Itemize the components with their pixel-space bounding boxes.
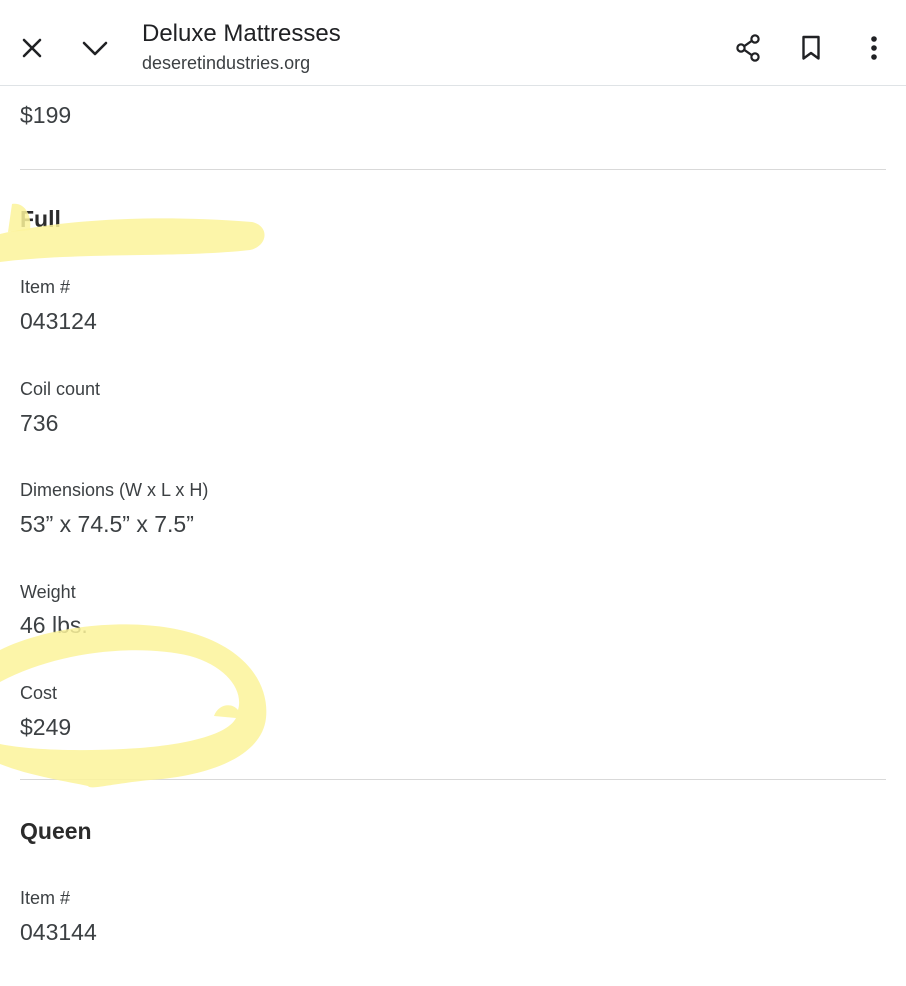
- bookmark-button[interactable]: [791, 28, 831, 68]
- item-number-label: Item #: [20, 277, 71, 297]
- cost-label: Cost: [20, 683, 58, 703]
- section-divider: [20, 779, 886, 780]
- weight-label: Weight: [20, 582, 76, 602]
- item-number-label: Item #: [20, 888, 71, 908]
- coil-count-value: 736: [20, 410, 59, 436]
- item-number-value: 043124: [20, 308, 97, 334]
- page-title: Deluxe Mattresses: [142, 20, 341, 47]
- collapse-button[interactable]: [75, 28, 115, 68]
- share-icon: [736, 34, 760, 62]
- close-icon: [22, 38, 42, 58]
- close-button[interactable]: [12, 28, 52, 68]
- section-heading-queen: Queen: [20, 818, 92, 844]
- custom-tab-toolbar: Deluxe Mattresses deseretindustries.org: [0, 0, 906, 86]
- more-options-button[interactable]: [854, 28, 894, 68]
- dimensions-label: Dimensions (W x L x H): [20, 480, 209, 500]
- bookmark-icon: [802, 35, 820, 60]
- cost-value-partial: $199: [20, 102, 72, 128]
- page-info[interactable]: Deluxe Mattresses deseretindustries.org: [142, 18, 341, 76]
- share-button[interactable]: [728, 28, 768, 68]
- weight-value: 46 lbs.: [20, 612, 88, 638]
- more-vert-icon: [871, 36, 877, 60]
- page-domain: deseretindustries.org: [142, 53, 311, 73]
- item-number-value: 043144: [20, 919, 97, 945]
- dimensions-value: 53” x 74.5” x 7.5”: [20, 511, 194, 537]
- article-content: Cost $199 Full Item # 043124 Coil count …: [0, 0, 906, 986]
- section-divider: [20, 169, 886, 170]
- section-heading-full: Full: [20, 206, 61, 232]
- cost-value: $249: [20, 714, 72, 740]
- coil-count-label: Coil count: [20, 379, 101, 399]
- chevron-down-icon: [82, 41, 108, 56]
